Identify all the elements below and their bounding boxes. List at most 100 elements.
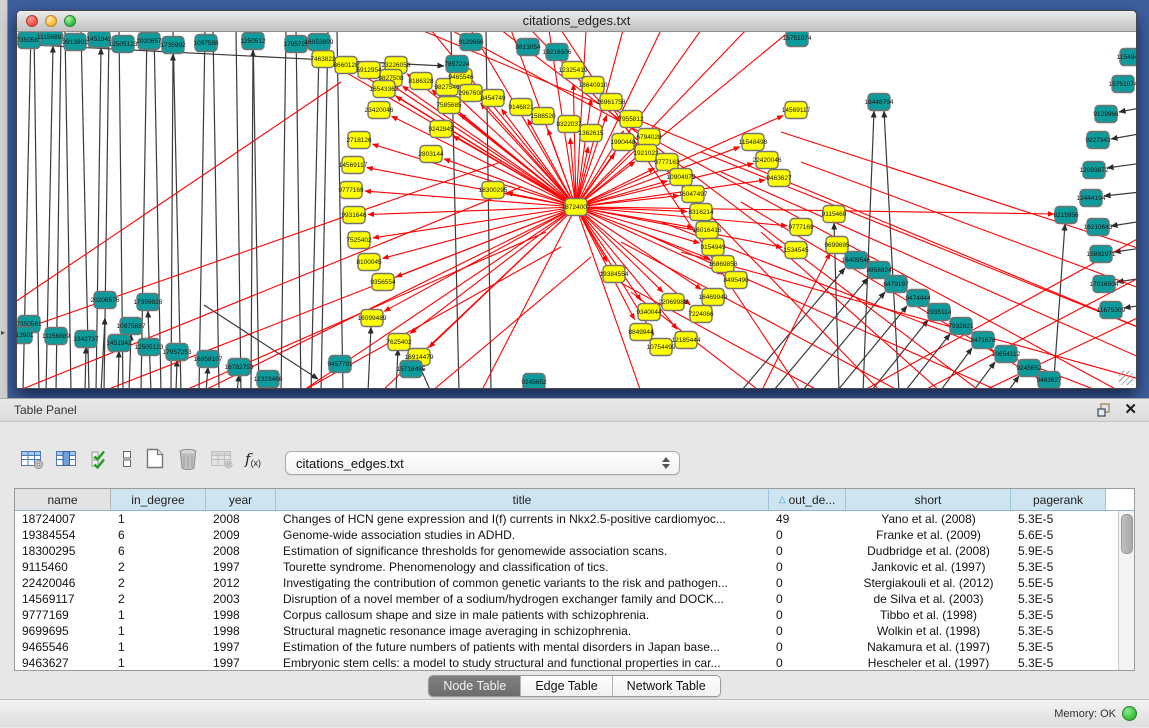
table-cell[interactable]: 9463627: [15, 656, 111, 670]
graph-node[interactable]: 19218506: [543, 44, 572, 61]
graph-node[interactable]: 1588520: [530, 108, 556, 125]
table-cell[interactable]: 1998: [206, 608, 276, 622]
graph-node[interactable]: 18724007: [562, 199, 591, 216]
table-selector-dropdown[interactable]: citations_edges.txt: [285, 451, 680, 475]
table-row[interactable]: 2242004622012Investigating the contribut…: [15, 575, 1134, 591]
table-row[interactable]: 1830029562008Estimation of significance …: [15, 543, 1134, 559]
graph-node[interactable]: 17359928: [134, 294, 163, 311]
table-row[interactable]: 1456911722003Disruption of a novel membe…: [15, 591, 1134, 607]
select-columns-icon[interactable]: [90, 448, 110, 469]
graph-node[interactable]: 12325419: [559, 62, 588, 79]
graph-node[interactable]: 16958107: [194, 351, 223, 368]
graph-node[interactable]: 16053809: [305, 34, 334, 51]
graph-node[interactable]: 11548498: [1117, 49, 1136, 66]
graph-node[interactable]: 2718126: [346, 132, 372, 149]
table-cell[interactable]: 0: [769, 560, 846, 574]
graph-node[interactable]: 8471676: [970, 332, 996, 349]
window-titlebar[interactable]: citations_edges.txt: [17, 11, 1136, 32]
table-cell[interactable]: 2003: [206, 592, 276, 606]
close-panel-icon[interactable]: ✕: [1124, 402, 1137, 418]
new-document-icon[interactable]: [144, 447, 166, 470]
graph-node[interactable]: 9154949: [700, 239, 726, 256]
table-cell[interactable]: 1: [111, 608, 206, 622]
scrollbar-thumb[interactable]: [1121, 514, 1133, 554]
graph-node[interactable]: 22420046: [753, 152, 782, 169]
graph-node[interactable]: 18300295: [479, 182, 508, 199]
graph-node[interactable]: 7955812: [618, 111, 644, 128]
minimize-window-button[interactable]: [45, 15, 57, 27]
graph-node[interactable]: 12185444: [672, 332, 701, 349]
graph-node[interactable]: 16409546: [842, 252, 871, 269]
function-icon[interactable]: f(x): [245, 450, 261, 468]
table-cell[interactable]: 5.3E-5: [1011, 624, 1106, 638]
table-cell[interactable]: 2008: [206, 544, 276, 558]
table-row[interactable]: 977716911998Corpus callosum shape and si…: [15, 607, 1134, 623]
graph-node[interactable]: 9356554: [370, 274, 396, 291]
table-cell[interactable]: 5.3E-5: [1011, 656, 1106, 670]
graph-node[interactable]: 16047497: [679, 186, 708, 203]
graph-node[interactable]: 20206576: [91, 292, 120, 309]
table-cell[interactable]: 2: [111, 560, 206, 574]
tab-edge-table[interactable]: Edge Table: [521, 676, 612, 696]
table-cell[interactable]: 19384554: [15, 528, 111, 542]
table-cell[interactable]: 1997: [206, 560, 276, 574]
graph-node[interactable]: 17016504: [1090, 276, 1119, 293]
graph-node[interactable]: 8849944: [628, 324, 654, 341]
table-cell[interactable]: 5.3E-5: [1011, 512, 1106, 526]
graph-node[interactable]: 1534545: [783, 242, 809, 259]
graph-node[interactable]: 23420046: [365, 102, 394, 119]
table-cell[interactable]: 9115460: [15, 560, 111, 574]
table-cell[interactable]: 6: [111, 544, 206, 558]
close-window-button[interactable]: [26, 15, 38, 27]
graph-node[interactable]: 16016416: [693, 222, 722, 239]
graph-node[interactable]: 16961758: [597, 94, 626, 111]
graph-node[interactable]: 6794028: [636, 129, 662, 146]
table-cell[interactable]: Structural magnetic resonance image aver…: [276, 624, 769, 638]
table-column-icon[interactable]: [55, 449, 79, 469]
graph-node[interactable]: 12505123: [135, 339, 164, 356]
graph-node[interactable]: 9129966: [458, 34, 484, 51]
table-cell[interactable]: Estimation of the future numbers of pati…: [276, 640, 769, 654]
table-row[interactable]: 946362711997Embryonic stem cells: a mode…: [15, 655, 1134, 671]
graph-node[interactable]: 1990448: [610, 134, 636, 151]
table-cell[interactable]: Tibbo et al. (1998): [846, 608, 1011, 622]
table-cell[interactable]: 0: [769, 608, 846, 622]
table-cell[interactable]: Wolkin et al. (1998): [846, 624, 1011, 638]
graph-node[interactable]: 8660128: [333, 57, 359, 74]
graph-node[interactable]: 17957253: [163, 344, 192, 361]
graph-node[interactable]: 10904975: [667, 169, 696, 186]
table-cell[interactable]: Embryonic stem cells: a model to study s…: [276, 656, 769, 670]
table-panel-titlebar[interactable]: Table Panel ✕: [0, 399, 1149, 422]
table-cell[interactable]: Franke et al. (2009): [846, 528, 1011, 542]
table-cell[interactable]: Yano et al. (2008): [846, 512, 1011, 526]
graph-node[interactable]: 7857224: [444, 56, 470, 73]
table-cell[interactable]: 0: [769, 656, 846, 670]
graph-node[interactable]: 7625402: [386, 334, 412, 351]
table-cell[interactable]: de Silva et al. (2003): [846, 592, 1011, 606]
graph-node[interactable]: 9931646: [341, 207, 367, 224]
table-cell[interactable]: 0: [769, 624, 846, 638]
table-cell[interactable]: 1: [111, 640, 206, 654]
graph-node[interactable]: 16869858: [709, 256, 738, 273]
table-cell[interactable]: Disruption of a novel member of a sodium…: [276, 592, 769, 606]
graph-node[interactable]: 16099489: [358, 310, 387, 327]
table-row[interactable]: 911546021997Tourette syndrome. Phenomeno…: [15, 559, 1134, 575]
table-cell[interactable]: 5.3E-5: [1011, 560, 1106, 574]
graph-node[interactable]: 22069988: [659, 294, 688, 311]
graph-node[interactable]: 8316214: [688, 204, 714, 221]
graph-node[interactable]: 19384554: [600, 266, 629, 283]
table-cell[interactable]: 2: [111, 576, 206, 590]
graph-node[interactable]: 9227343: [1085, 132, 1111, 149]
graph-node[interactable]: 10975887: [117, 318, 146, 335]
graph-node[interactable]: 11156889: [37, 32, 65, 46]
graph-node[interactable]: 18640910: [579, 77, 608, 94]
panel-expander-icon[interactable]: ▸: [1, 328, 5, 337]
column-header-title[interactable]: title: [276, 489, 769, 510]
zoom-window-button[interactable]: [64, 15, 76, 27]
column-header-out-de-[interactable]: △out_de...: [769, 489, 846, 510]
graph-node[interactable]: 2935114: [927, 304, 952, 321]
table-cell[interactable]: 5.3E-5: [1011, 592, 1106, 606]
graph-node[interactable]: 8186328: [408, 73, 434, 90]
table-cell[interactable]: Genome-wide association studies in ADHD.: [276, 528, 769, 542]
table-cell[interactable]: Nakamura et al. (1997): [846, 640, 1011, 654]
